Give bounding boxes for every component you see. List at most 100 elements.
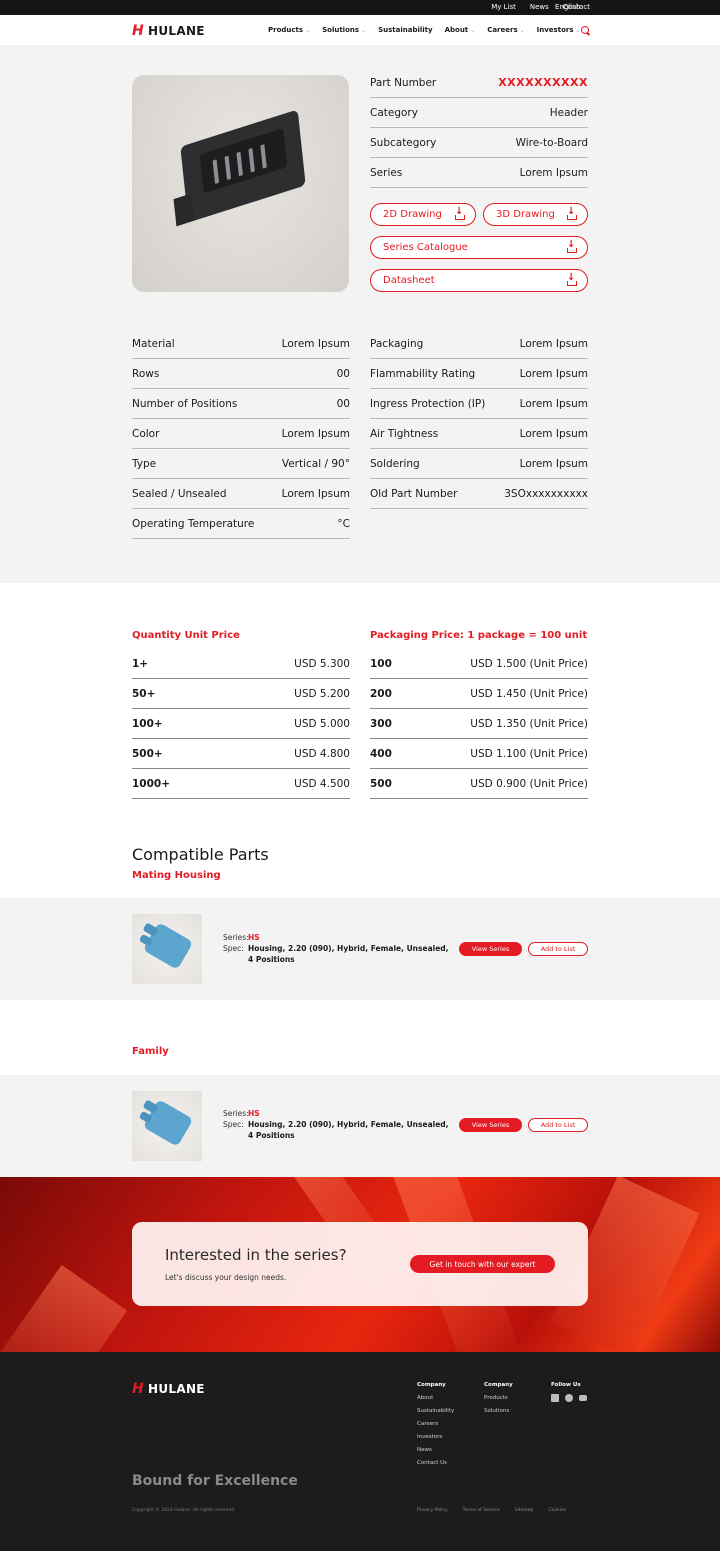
housing-nub bbox=[138, 1110, 154, 1124]
footer-logo[interactable]: H HULANE bbox=[132, 1381, 205, 1397]
nav-careers[interactable]: Careers ⌄ bbox=[487, 26, 524, 34]
chevron-down-icon: ⌄ bbox=[470, 27, 476, 34]
cookies-link[interactable]: Cookies bbox=[548, 1508, 566, 1513]
spec-row: Packaging Lorem Ipsum bbox=[370, 329, 588, 359]
spec-row: Soldering Lorem Ipsum bbox=[370, 449, 588, 479]
series-label: Series: bbox=[223, 1109, 249, 1118]
footer-link[interactable]: Solutions bbox=[484, 1405, 513, 1418]
row-label: Type bbox=[132, 457, 157, 470]
footer-link[interactable]: About bbox=[417, 1392, 454, 1405]
row-label: Category bbox=[370, 106, 418, 119]
price-qty: 1000+ bbox=[132, 777, 171, 790]
packaging-price-title: Packaging Price: 1 package = 100 unit bbox=[370, 630, 588, 641]
logo-text: HULANE bbox=[148, 24, 205, 38]
package-price: USD 1.450 (Unit Price) bbox=[470, 687, 588, 700]
download-icon bbox=[566, 206, 577, 220]
compatible-parts-title: Compatible Parts bbox=[132, 845, 269, 864]
contact-expert-button[interactable]: Get in touch with our expert bbox=[410, 1255, 555, 1273]
spec-label: Spec: bbox=[223, 944, 244, 953]
family-title: Family bbox=[132, 1046, 169, 1057]
add-to-list-button[interactable]: Add to List bbox=[528, 942, 588, 956]
price-value: USD 5.200 bbox=[294, 687, 350, 700]
download-icon bbox=[566, 239, 577, 253]
package-qty: 300 bbox=[370, 717, 392, 730]
category-row: Category Header bbox=[370, 98, 588, 128]
row-value: 00 bbox=[336, 397, 350, 410]
row-value: 00 bbox=[336, 367, 350, 380]
quantity-price-title: Quantity Unit Price bbox=[132, 630, 240, 641]
housing-picture bbox=[138, 922, 194, 970]
row-label: Soldering bbox=[370, 457, 420, 470]
linkedin-icon[interactable] bbox=[551, 1394, 559, 1402]
spec-row: Flammability Rating Lorem Ipsum bbox=[370, 359, 588, 389]
product-section bbox=[0, 45, 720, 583]
news-link[interactable]: News bbox=[530, 3, 549, 11]
search-icon[interactable] bbox=[581, 26, 589, 34]
nav-solutions[interactable]: Solutions ⌄ bbox=[322, 26, 366, 34]
footer-link[interactable]: Careers bbox=[417, 1418, 454, 1431]
footer-link[interactable]: News bbox=[417, 1444, 454, 1457]
footer-company-col: Company About Sustainability Careers Inv… bbox=[417, 1379, 454, 1470]
privacy-link[interactable]: Privacy Policy bbox=[417, 1508, 448, 1513]
row-label: Part Number bbox=[370, 76, 437, 89]
series-catalogue-button[interactable]: Series Catalogue bbox=[370, 236, 588, 259]
spec-label: Spec: bbox=[223, 1120, 244, 1129]
row-value: °C bbox=[337, 517, 350, 530]
logo[interactable]: H HULANE bbox=[132, 23, 205, 39]
footer-link[interactable]: Investors bbox=[417, 1431, 454, 1444]
logo-text: HULANE bbox=[148, 1382, 205, 1396]
2d-drawing-button[interactable]: 2D Drawing bbox=[370, 203, 476, 226]
footer-link[interactable]: Products bbox=[484, 1392, 513, 1405]
language-selector[interactable]: English ⌄ bbox=[555, 3, 588, 11]
package-qty: 100 bbox=[370, 657, 392, 670]
spec-row: Rows 00 bbox=[132, 359, 350, 389]
connector-tab bbox=[173, 193, 195, 227]
datasheet-button[interactable]: Datasheet bbox=[370, 269, 588, 292]
part-number-value: XXXXXXXXXX bbox=[498, 76, 588, 89]
footer-tagline: Bound for Excellence bbox=[132, 1473, 298, 1489]
row-label: Flammability Rating bbox=[370, 367, 476, 380]
nav-investors[interactable]: Investors ⌄ bbox=[537, 26, 581, 34]
footer-link[interactable]: Contact Us bbox=[417, 1457, 454, 1470]
nav-products[interactable]: Products ⌄ bbox=[268, 26, 310, 34]
price-row: 50+ USD 5.200 bbox=[132, 679, 350, 709]
terms-link[interactable]: Terms of Service bbox=[463, 1508, 500, 1513]
button-label: 2D Drawing bbox=[383, 209, 442, 220]
row-value: Header bbox=[549, 106, 588, 119]
download-icon bbox=[454, 206, 465, 220]
row-value: Vertical / 90° bbox=[281, 457, 350, 470]
view-series-button[interactable]: View Series bbox=[459, 1118, 522, 1132]
nav-about[interactable]: About ⌄ bbox=[445, 26, 476, 34]
nav-label: Careers bbox=[487, 26, 518, 34]
row-value: 3SOxxxxxxxxxx bbox=[504, 487, 588, 500]
row-label: Number of Positions bbox=[132, 397, 238, 410]
family-meta: Series:HS Spec: Housing, 2.20 (090), Hybr… bbox=[223, 1108, 449, 1141]
packaging-row: 300 USD 1.350 (Unit Price) bbox=[370, 709, 588, 739]
footer-link[interactable]: Sustainability bbox=[417, 1405, 454, 1418]
add-to-list-button[interactable]: Add to List bbox=[528, 1118, 588, 1132]
decorative-shard bbox=[0, 1264, 128, 1352]
3d-drawing-button[interactable]: 3D Drawing bbox=[483, 203, 588, 226]
youtube-icon[interactable] bbox=[579, 1395, 587, 1401]
pin bbox=[248, 147, 255, 173]
wechat-icon[interactable] bbox=[565, 1394, 573, 1402]
series-row: Series Lorem Ipsum bbox=[370, 158, 588, 188]
my-list-link[interactable]: My List bbox=[491, 3, 516, 11]
packaging-row: 100 USD 1.500 (Unit Price) bbox=[370, 649, 588, 679]
row-label: Material bbox=[132, 337, 175, 350]
spec-row: Sealed / Unsealed Lorem Ipsum bbox=[132, 479, 350, 509]
pin bbox=[260, 144, 267, 169]
sitemap-link[interactable]: Sitemap bbox=[515, 1508, 534, 1513]
spec-row: Operating Temperature °C bbox=[132, 509, 350, 539]
footer-follow-col: Follow Us bbox=[551, 1379, 587, 1402]
nav-sustainability[interactable]: Sustainability bbox=[378, 26, 433, 34]
row-value: Lorem Ipsum bbox=[519, 337, 588, 350]
price-row: 1+ USD 5.300 bbox=[132, 649, 350, 679]
row-value: Lorem Ipsum bbox=[281, 337, 350, 350]
subcategory-row: Subcategory Wire-to-Board bbox=[370, 128, 588, 158]
row-label: Series bbox=[370, 166, 403, 179]
series-value: HS bbox=[248, 1109, 260, 1118]
footer-products-col: Company Products Solutions bbox=[484, 1379, 513, 1418]
button-label: Datasheet bbox=[383, 275, 435, 286]
view-series-button[interactable]: View Series bbox=[459, 942, 522, 956]
